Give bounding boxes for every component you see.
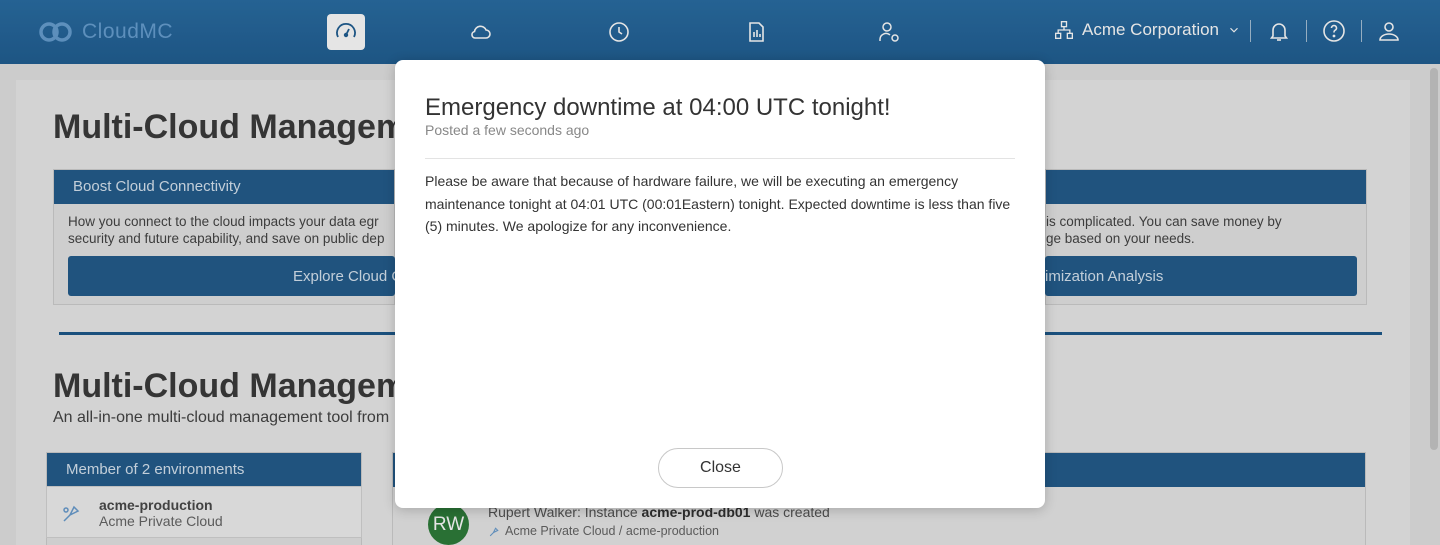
modal-title: Emergency downtime at 04:00 UTC tonight! <box>425 94 891 121</box>
modal-divider <box>425 158 1015 159</box>
announcement-modal: Emergency downtime at 04:00 UTC tonight!… <box>395 60 1045 508</box>
close-button[interactable]: Close <box>658 448 783 488</box>
modal-posted-time: Posted a few seconds ago <box>425 122 590 138</box>
modal-message: Please be aware that because of hardware… <box>425 173 1011 234</box>
